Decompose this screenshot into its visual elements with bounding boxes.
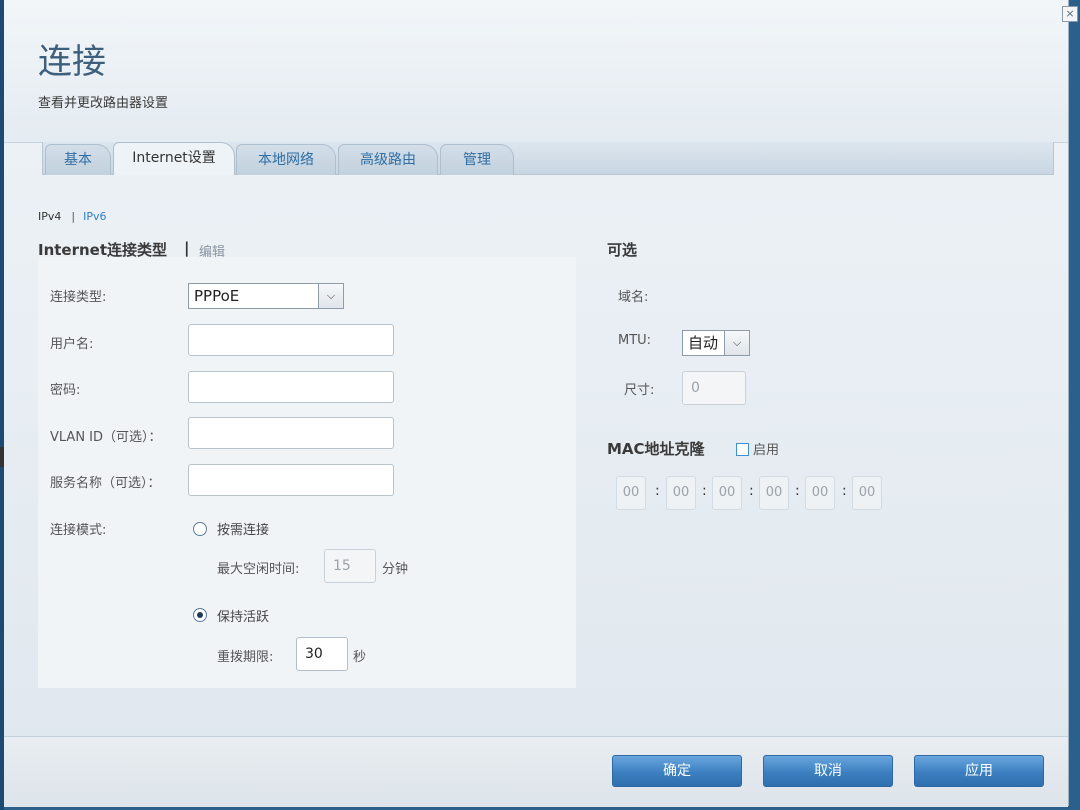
optional-section-title: 可选 [607,241,638,259]
chevron-down-icon: ⌵ [318,284,343,308]
mtu-select[interactable]: 自动 ⌵ [682,330,750,356]
mac-octet-3[interactable]: 00 [712,476,742,510]
header: 连接 查看并更改路由器设置 [4,0,1068,143]
password-input[interactable] [188,371,394,403]
on-demand-label: 按需连接 [217,523,270,538]
cancel-button[interactable]: 取消 [763,755,893,787]
redial-period-input[interactable]: 30 [296,637,348,671]
redial-period-label: 重拨期限: [217,650,274,665]
mtu-size-input[interactable]: 0 [682,371,746,405]
max-idle-input[interactable]: 15 [324,549,376,583]
tab-ipv6[interactable]: IPv6 [83,210,106,223]
connection-type-label: 连接类型: [50,290,107,305]
ip-version-tabs: IPv4 | IPv6 [38,210,107,223]
tab-local-network[interactable]: 本地网络 [236,144,336,175]
connection-type-value: PPPoE [194,287,240,305]
password-label: 密码: [50,383,81,398]
tab-bar: 基本 Internet设置 本地网络 高级路由 管理 [42,142,1054,175]
tab-advanced-routing[interactable]: 高级路由 [338,144,438,175]
mac-clone-enable-label: 启用 [753,443,780,458]
connection-mode-label: 连接模式: [50,523,107,538]
mac-octet-4[interactable]: 00 [759,476,789,510]
username-input[interactable] [188,324,394,356]
tab-internet-settings[interactable]: Internet设置 [113,142,235,175]
tab-management[interactable]: 管理 [440,144,514,175]
apply-button[interactable]: 应用 [914,755,1044,787]
mac-separator: : [795,483,800,499]
vlan-id-input[interactable] [188,417,394,449]
page-subtitle: 查看并更改路由器设置 [38,96,169,111]
page-title: 连接 [38,42,106,82]
close-icon[interactable]: × [1062,6,1078,22]
connection-type-select[interactable]: PPPoE ⌵ [188,283,344,309]
mac-octet-5[interactable]: 00 [805,476,835,510]
vlan-id-label: VLAN ID（可选）： [50,430,162,445]
service-name-input[interactable] [188,464,394,496]
section-separator: | [184,239,190,257]
mac-octet-6[interactable]: 00 [852,476,882,510]
mac-clone-enable-checkbox[interactable] [736,443,749,456]
max-idle-unit: 分钟 [382,562,409,577]
sub-tab-separator: | [71,210,76,223]
service-name-label: 服务名称（可选）： [50,476,161,491]
mac-separator: : [655,483,660,499]
footer [4,736,1068,807]
router-settings-window: 连接 查看并更改路由器设置 基本 Internet设置 本地网络 高级路由 管理… [4,0,1069,807]
tab-basic[interactable]: 基本 [45,144,111,175]
tab-ipv4[interactable]: IPv4 [38,210,61,223]
chevron-down-icon: ⌵ [724,331,749,355]
keep-alive-radio[interactable] [193,608,207,622]
on-demand-radio[interactable] [193,522,207,536]
domain-label: 域名: [618,290,649,305]
ok-button[interactable]: 确定 [612,755,742,787]
internet-settings-panel: 连接类型: PPPoE ⌵ 用户名: 密码: VLAN ID（可选）： 服务名称… [38,257,576,688]
mac-separator: : [749,483,754,499]
mtu-size-label: 尺寸: [624,383,655,398]
mac-octet-1[interactable]: 00 [616,476,646,510]
mtu-label: MTU: [618,333,652,348]
mtu-value: 自动 [688,334,719,352]
redial-period-unit: 秒 [353,650,367,665]
username-label: 用户名: [50,337,94,352]
keep-alive-label: 保持活跃 [217,610,270,625]
mac-separator: : [702,483,707,499]
max-idle-label: 最大空闲时间: [217,562,300,577]
mac-octet-2[interactable]: 00 [666,476,696,510]
mac-separator: : [842,483,847,499]
mac-clone-title: MAC地址克隆 [607,440,705,458]
